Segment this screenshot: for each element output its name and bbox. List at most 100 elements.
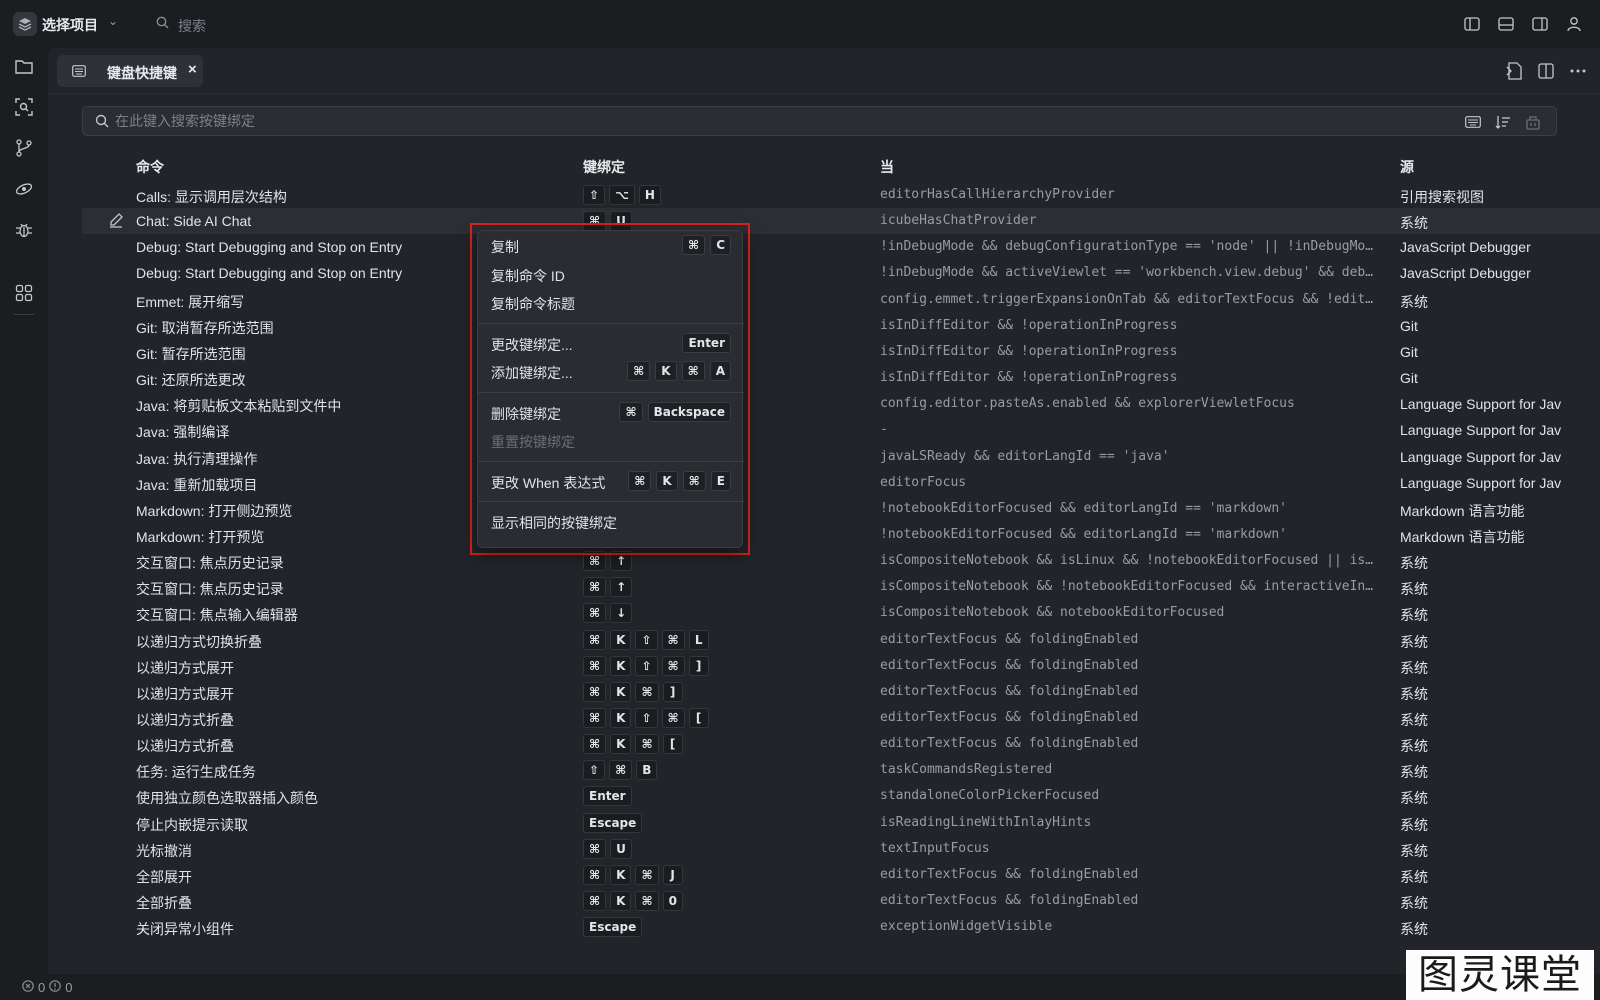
table-row[interactable]: 任务: 运行生成任务 ⇧ ⌘ BtaskCommandsRegistered 系统 xyxy=(82,757,1600,783)
table-row[interactable]: Git: 取消暂存所选范围 isInDiffEditor && !operatio… xyxy=(82,313,1600,339)
toggle-right-sidebar-icon[interactable] xyxy=(1530,14,1550,34)
watermark: 图灵课堂 xyxy=(1406,950,1594,1000)
table-row[interactable]: 关闭异常小组件 Escape exceptionWidgetVisible 系统 xyxy=(82,914,1600,940)
table-row[interactable]: 交互窗口: 焦点输入编辑器 ⌘ ↓ isCompositeNotebook && no… xyxy=(82,600,1600,626)
table-row[interactable]: Debug: Start Debugging and Stop on Entry… xyxy=(82,260,1600,286)
account-icon[interactable] xyxy=(1564,14,1584,34)
table-row[interactable]: 全部折叠 ⌘ K ⌘ 0 editorTextFocus && foldingEnable… xyxy=(82,888,1600,914)
table-row[interactable]: 以递归方式切换折叠 ⌘ K ⇧ ⌘ LeditorTextFocus && folding… xyxy=(82,627,1600,653)
split-editor-icon[interactable] xyxy=(1536,61,1556,81)
key-cap: ⌘ xyxy=(583,577,607,598)
key-cap: U xyxy=(610,838,632,859)
explorer-folder-icon[interactable] xyxy=(12,54,36,78)
table-row[interactable]: 全部展开 ⌘ K ⌘ JeditorTextFocus && foldingEnable… xyxy=(82,862,1600,888)
table-row[interactable]: Git: 还原所选更改 isInDiffEditor && !operationI… xyxy=(82,365,1600,391)
toggle-left-sidebar-icon[interactable] xyxy=(1462,14,1482,34)
open-json-icon[interactable] xyxy=(1504,61,1524,81)
cell-when: - xyxy=(880,422,888,438)
table-row[interactable]: Markdown: 打开侧边预览 !notebookEditorFocused &… xyxy=(82,496,1600,522)
project-selector[interactable]: 选择项目 xyxy=(42,15,98,35)
source-control-icon[interactable] xyxy=(12,136,36,160)
context-menu-item[interactable]: 复制命令 ID xyxy=(478,261,744,287)
clear-search-icon[interactable] xyxy=(1524,113,1542,131)
menu-item-shortcut: Enter xyxy=(682,332,731,353)
search-scan-icon[interactable] xyxy=(12,95,36,119)
debug-bug-icon[interactable] xyxy=(12,218,36,242)
table-row[interactable]: Debug: Start Debugging and Stop on Entry… xyxy=(82,234,1600,260)
cell-command: Debug: Start Debugging and Stop on Entry xyxy=(136,265,403,282)
cell-command: Java: 将剪贴板文本粘贴到文件中 xyxy=(136,398,342,415)
context-menu-item[interactable]: 删除键绑定 ⌘ Backspace xyxy=(478,399,744,425)
menu-item-label: 复制 xyxy=(491,239,519,255)
table-row[interactable]: Git: 暂存所选范围 isInDiffEditor && !operationI… xyxy=(82,339,1600,365)
column-header-keybinding[interactable]: 键绑定 xyxy=(583,157,625,177)
key-cap: ⌘ xyxy=(619,401,643,422)
key-cap: ⌘ xyxy=(583,681,607,702)
key-cap: Escape xyxy=(583,812,643,833)
cell-source: 系统 xyxy=(1400,215,1428,232)
key-cap: [ xyxy=(688,708,709,728)
tab-keyboard-shortcuts[interactable]: 键盘快捷键 × xyxy=(57,55,203,87)
keybinding-search-input[interactable] xyxy=(115,111,1415,131)
cell-when: editorTextFocus && foldingEnabled xyxy=(880,657,1139,673)
problems-status[interactable]: 0 0 xyxy=(22,980,72,995)
table-row[interactable]: Java: 重新加载项目 editorFocus Language Support … xyxy=(82,470,1600,496)
key-cap: ⌘ xyxy=(583,734,607,755)
table-row[interactable]: 以递归方式折叠 ⌘ K ⌘[editorTextFocus && foldingEna… xyxy=(82,731,1600,757)
table-row[interactable]: 以递归方式展开 ⌘ K ⇧ ⌘] editorTextFocus && foldingEn… xyxy=(82,653,1600,679)
key-cap: ⌘ xyxy=(583,708,607,728)
table-row[interactable]: Calls: 显示调用层次结构 ⇧ ⌥ HeditorHasCallHierarchy… xyxy=(82,182,1600,208)
cell-command: 以递归方式折叠 xyxy=(136,738,234,755)
table-row[interactable]: Java: 强制编译 - Language Support for Jav xyxy=(82,417,1600,443)
keybindings-table: Calls: 显示调用层次结构 ⇧ ⌥ HeditorHasCallHierarchy… xyxy=(82,182,1600,942)
context-menu-item[interactable]: 更改键绑定... Enter xyxy=(478,330,744,356)
editor-area: 键盘快捷键 × 命令 键绑定 当 源 Calls: 显示调用层次结构⇧⌥Hedi… xyxy=(48,48,1600,974)
table-row[interactable]: 交互窗口: 焦点历史记录 ⌘ ↑ isCompositeNotebook && isL… xyxy=(82,548,1600,574)
table-row[interactable]: 光标撤消 ⌘ UtextInputFocus 系统 xyxy=(82,836,1600,862)
project-stack-icon[interactable] xyxy=(13,12,37,36)
cell-command: Git: 暂存所选范围 xyxy=(136,345,246,362)
table-row[interactable]: Java: 执行清理操作 javaLSReady && editorLangId … xyxy=(82,444,1600,470)
record-keys-icon[interactable] xyxy=(1464,113,1482,131)
keyboard-icon xyxy=(72,64,86,80)
table-row[interactable]: 使用独立颜色选取器插入颜色 Enter standaloneColorPickerF… xyxy=(82,783,1600,809)
column-header-when[interactable]: 当 xyxy=(880,157,894,177)
ai-orbit-icon[interactable] xyxy=(12,177,36,201)
sort-by-precedence-icon[interactable] xyxy=(1494,113,1512,131)
cell-keybinding: ⌘ U xyxy=(583,838,632,859)
extensions-grid-icon[interactable] xyxy=(12,281,36,305)
context-menu-item[interactable]: 显示相同的按键绑定 xyxy=(478,508,744,534)
key-cap: ⇧ xyxy=(583,185,606,205)
cell-keybinding: ⌘ ↑ xyxy=(583,577,633,598)
toggle-panel-icon[interactable] xyxy=(1496,14,1516,34)
key-cap: 0 xyxy=(662,891,683,912)
context-menu-item[interactable]: 复制命令标题 xyxy=(478,289,744,315)
cell-source: Markdown 语言功能 xyxy=(1400,502,1525,519)
table-row[interactable]: 以递归方式展开 ⌘ K ⌘] editorTextFocus && foldingEna… xyxy=(82,679,1600,705)
close-icon[interactable]: × xyxy=(188,61,197,78)
global-search[interactable]: 搜索 xyxy=(178,16,206,36)
context-menu-item[interactable]: 更改 When 表达式 ⌘ K ⌘ E xyxy=(478,468,744,494)
key-cap: K xyxy=(655,361,677,381)
edit-pencil-icon[interactable] xyxy=(108,212,124,231)
table-row[interactable]: Markdown: 打开预览 !notebookEditorFocused && … xyxy=(82,522,1600,548)
chevron-down-icon[interactable]: ⌄ xyxy=(108,14,118,28)
table-row[interactable]: Emmet: 展开缩写 config.emmet.triggerExpansion… xyxy=(82,287,1600,313)
table-row[interactable]: 停止内嵌提示读取 Escape isReadingLineWithInlayHint… xyxy=(82,810,1600,836)
cell-command: 交互窗口: 焦点输入编辑器 xyxy=(136,607,298,624)
context-menu-item[interactable]: 复制 ⌘ C xyxy=(478,232,744,258)
column-header-source[interactable]: 源 xyxy=(1400,157,1414,177)
context-menu-item[interactable]: 添加键绑定... ⌘ K ⌘ A xyxy=(478,358,744,384)
table-row[interactable]: 交互窗口: 焦点历史记录 ⌘ ↑ isCompositeNotebook && !no… xyxy=(82,574,1600,600)
cell-source: Git xyxy=(1400,317,1418,334)
table-row[interactable]: 以递归方式折叠 ⌘ K ⇧ ⌘[editorTextFocus && foldingEn… xyxy=(82,705,1600,731)
cell-command: Calls: 显示调用层次结构 xyxy=(136,189,287,205)
cell-source: 系统 xyxy=(1400,895,1428,912)
cell-when: taskCommandsRegistered xyxy=(880,762,1053,778)
menu-separator xyxy=(478,501,744,502)
key-cap: K xyxy=(610,708,632,728)
column-header-command[interactable]: 命令 xyxy=(136,157,164,177)
table-row[interactable]: Chat: Side AI Chat ⌘ UicubeHasChatProvider… xyxy=(82,208,1600,235)
more-actions-icon[interactable] xyxy=(1568,61,1588,81)
table-row[interactable]: Java: 将剪贴板文本粘贴到文件中 config.editor.pasteAs.… xyxy=(82,391,1600,417)
